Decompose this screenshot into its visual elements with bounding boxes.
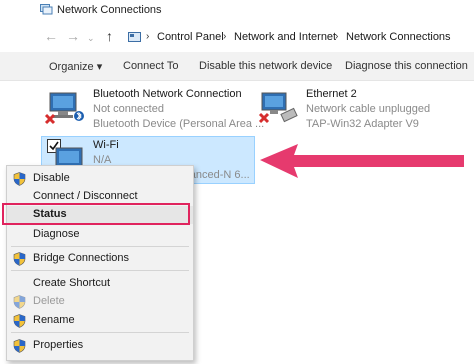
menu-item-label: Create Shortcut [33, 277, 111, 289]
chevron-right-icon: › [335, 31, 339, 42]
connect-to-button[interactable]: Connect To [123, 60, 178, 72]
disable-device-button[interactable]: Disable this network device [199, 60, 332, 72]
adapter-bluetooth[interactable]: Bluetooth Network Connection Not connect… [44, 87, 264, 133]
bluetooth-icon [74, 111, 84, 121]
uac-shield-icon [13, 252, 26, 266]
menu-item-delete[interactable]: Delete [7, 293, 193, 311]
menu-separator [11, 270, 189, 271]
command-bar: Organize ▾ Connect To Disable this netwo… [0, 52, 474, 81]
menu-separator [11, 246, 189, 247]
diagnose-connection-button[interactable]: Diagnose this connection [345, 60, 468, 72]
uac-shield-icon [13, 295, 26, 309]
adapter-status: Not connected [93, 103, 164, 115]
crumb-control-panel[interactable]: Control Panel [157, 31, 224, 43]
menu-item-disable[interactable]: Disable [7, 170, 193, 188]
crumb-network-internet[interactable]: Network and Internet [234, 31, 336, 43]
menu-item-label: Connect / Disconnect [33, 190, 138, 202]
pointer-arrow-icon [260, 144, 464, 178]
window-title: Network Connections [57, 4, 162, 16]
chevron-right-icon: › [146, 31, 150, 42]
chevron-right-icon: › [223, 31, 227, 42]
adapter-device: Bluetooth Device (Personal Area ... [93, 118, 265, 130]
network-connections-icon [40, 4, 53, 15]
menu-item-rename[interactable]: Rename [7, 312, 193, 330]
address-bar: ← → ⌄ ↑ › Control Panel › Network and In… [0, 22, 474, 52]
menu-item-label: Bridge Connections [33, 252, 130, 264]
uac-shield-icon [13, 172, 26, 186]
ethernet-adapter-icon [258, 92, 298, 124]
status-highlight-box [2, 203, 190, 225]
adapter-name: Bluetooth Network Connection [93, 88, 242, 100]
control-panel-icon [128, 32, 141, 42]
breadcrumb[interactable]: › Control Panel › Network and Internet ›… [124, 26, 474, 48]
red-x-icon [44, 113, 56, 125]
recent-locations-chevron-icon[interactable]: ⌄ [87, 31, 95, 45]
menu-item-label: Disable [33, 172, 70, 184]
back-arrow-icon[interactable]: ← [44, 29, 58, 43]
forward-arrow-icon[interactable]: → [66, 29, 80, 43]
adapter-ethernet[interactable]: Ethernet 2 Network cable unplugged TAP-W… [258, 87, 468, 133]
red-x-icon [258, 112, 270, 124]
uac-shield-icon [13, 339, 26, 353]
menu-separator [11, 332, 189, 333]
menu-item-label: Delete [33, 295, 65, 307]
menu-item-bridge-connections[interactable]: Bridge Connections [7, 250, 193, 268]
menu-item-create-shortcut[interactable]: Create Shortcut [7, 275, 193, 293]
organize-button[interactable]: Organize ▾ [49, 60, 102, 73]
up-arrow-icon[interactable]: ↑ [106, 29, 113, 43]
adapter-device: TAP-Win32 Adapter V9 [306, 118, 419, 130]
uac-shield-icon [13, 314, 26, 328]
menu-item-label: Diagnose [33, 228, 80, 240]
crumb-network-connections[interactable]: Network Connections [346, 31, 451, 43]
adapter-name: Ethernet 2 [306, 88, 357, 100]
context-menu: Disable Connect / Disconnect Status Diag… [6, 165, 194, 361]
adapter-status: Network cable unplugged [306, 103, 431, 115]
menu-item-properties[interactable]: Properties [7, 337, 193, 355]
adapter-name: Wi-Fi [93, 139, 119, 151]
title-bar: Network Connections [0, 0, 474, 22]
menu-item-diagnose[interactable]: Diagnose [7, 226, 193, 244]
menu-item-label: Properties [33, 339, 84, 351]
menu-item-label: Rename [33, 314, 75, 326]
bluetooth-adapter-icon [44, 92, 84, 125]
